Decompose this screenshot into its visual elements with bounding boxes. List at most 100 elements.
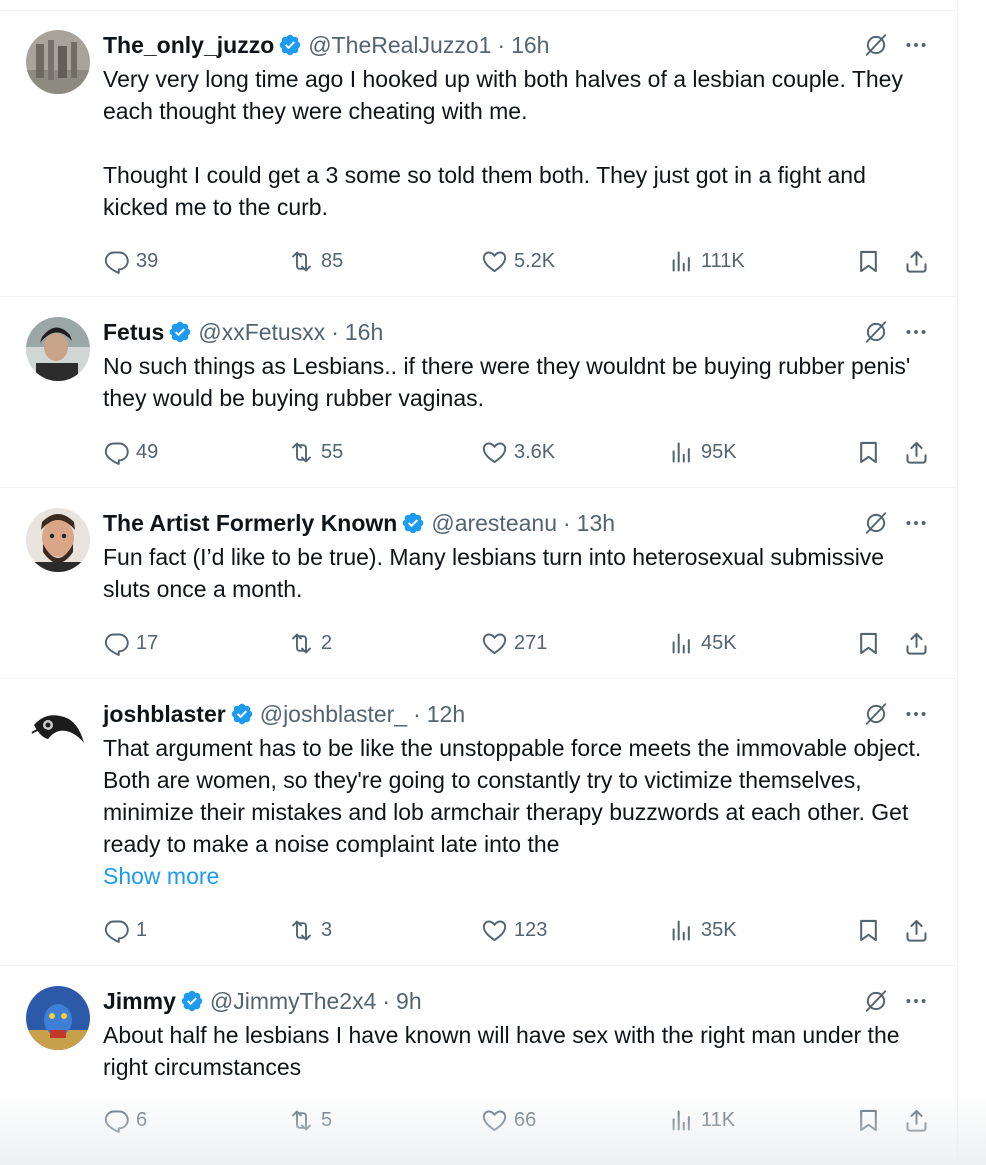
reply-count: 6: [136, 1108, 148, 1131]
like-count: 5.2K: [514, 249, 556, 272]
like-count: 3.6K: [514, 440, 556, 463]
share-button[interactable]: [903, 1105, 930, 1135]
action-bar: 39 85 5.2K 111K: [103, 246, 937, 276]
reply-button[interactable]: 1: [103, 915, 147, 945]
display-name[interactable]: The_only_juzzo: [103, 32, 274, 59]
share-button[interactable]: [903, 915, 930, 945]
repost-count: 85: [321, 249, 344, 272]
grok-icon[interactable]: [863, 988, 889, 1014]
show-more-link[interactable]: Show more: [103, 860, 933, 892]
share-button[interactable]: [903, 437, 930, 467]
display-name[interactable]: Jimmy: [103, 988, 176, 1015]
timestamp[interactable]: 16h: [511, 32, 549, 59]
views-button[interactable]: 111K: [668, 246, 745, 276]
tweet[interactable]: The_only_juzzo @TheRealJuzzo1 · 16h Very…: [0, 10, 957, 297]
reply-button[interactable]: 6: [103, 1105, 147, 1135]
grok-icon[interactable]: [863, 701, 889, 727]
tweet[interactable]: Jimmy @JimmyThe2x4 · 9h About half he le…: [0, 966, 957, 1165]
timestamp[interactable]: 13h: [577, 510, 615, 537]
heart-icon: [481, 630, 508, 657]
timestamp[interactable]: 9h: [396, 988, 422, 1015]
tweet-header: The_only_juzzo @TheRealJuzzo1 · 16h: [103, 30, 937, 60]
repost-count: 55: [321, 440, 344, 463]
views-button[interactable]: 95K: [668, 437, 737, 467]
timestamp[interactable]: 12h: [427, 701, 465, 728]
reply-button[interactable]: 49: [103, 437, 158, 467]
tweet-text: That argument has to be like the unstopp…: [103, 732, 933, 892]
repost-icon: [288, 248, 315, 275]
repost-icon: [288, 630, 315, 657]
bookmark-button[interactable]: [855, 246, 882, 276]
bookmark-icon: [855, 630, 882, 657]
reply-count: 17: [136, 631, 159, 654]
avatar[interactable]: [26, 986, 90, 1050]
bookmark-button[interactable]: [855, 915, 882, 945]
like-button[interactable]: 271: [481, 628, 547, 658]
reply-icon: [103, 1107, 130, 1134]
timestamp[interactable]: 16h: [345, 319, 383, 346]
like-button[interactable]: 5.2K: [481, 246, 555, 276]
bookmark-button[interactable]: [855, 628, 882, 658]
reply-count: 1: [136, 918, 148, 941]
display-name[interactable]: Fetus: [103, 319, 164, 346]
avatar[interactable]: [26, 317, 90, 381]
verified-badge-icon[interactable]: [230, 702, 254, 726]
avatar[interactable]: [26, 30, 90, 94]
share-button[interactable]: [903, 246, 930, 276]
user-handle[interactable]: @joshblaster_: [260, 701, 407, 728]
verified-badge-icon[interactable]: [180, 989, 204, 1013]
tweet-body: No such things as Lesbians.. if there we…: [103, 353, 917, 411]
views-button[interactable]: 45K: [668, 628, 737, 658]
heart-icon: [481, 917, 508, 944]
views-icon: [668, 630, 695, 657]
reply-count: 39: [136, 249, 159, 272]
avatar[interactable]: [26, 508, 90, 572]
views-button[interactable]: 35K: [668, 915, 737, 945]
grok-icon[interactable]: [863, 32, 889, 58]
more-options-icon[interactable]: [903, 32, 929, 58]
like-button[interactable]: 66: [481, 1105, 536, 1135]
like-button[interactable]: 123: [481, 915, 547, 945]
view-count: 11K: [701, 1108, 736, 1131]
more-options-icon[interactable]: [903, 988, 929, 1014]
repost-button[interactable]: 5: [288, 1105, 332, 1135]
repost-button[interactable]: 85: [288, 246, 343, 276]
more-options-icon[interactable]: [903, 510, 929, 536]
share-icon: [903, 248, 930, 275]
user-handle[interactable]: @aresteanu: [431, 510, 557, 537]
repost-button[interactable]: 2: [288, 628, 332, 658]
tweet[interactable]: joshblaster @joshblaster_ · 12h That arg…: [0, 679, 957, 966]
display-name[interactable]: joshblaster: [103, 701, 226, 728]
user-handle[interactable]: @xxFetusxx: [198, 319, 325, 346]
more-options-icon[interactable]: [903, 319, 929, 345]
bookmark-button[interactable]: [855, 437, 882, 467]
views-button[interactable]: 11K: [668, 1105, 735, 1135]
grok-icon[interactable]: [863, 510, 889, 536]
reply-button[interactable]: 17: [103, 628, 158, 658]
heart-icon: [481, 1107, 508, 1134]
bookmark-button[interactable]: [855, 1105, 882, 1135]
user-handle[interactable]: @TheRealJuzzo1: [308, 32, 491, 59]
reply-count: 49: [136, 440, 159, 463]
like-count: 123: [514, 918, 548, 941]
repost-button[interactable]: 55: [288, 437, 343, 467]
like-button[interactable]: 3.6K: [481, 437, 555, 467]
share-button[interactable]: [903, 628, 930, 658]
tweet[interactable]: The Artist Formerly Known @aresteanu · 1…: [0, 488, 957, 679]
tweet-header: joshblaster @joshblaster_ · 12h: [103, 699, 937, 729]
display-name[interactable]: The Artist Formerly Known: [103, 510, 397, 537]
avatar[interactable]: [26, 699, 90, 763]
reply-button[interactable]: 39: [103, 246, 158, 276]
verified-badge-icon[interactable]: [168, 320, 192, 344]
separator-dot: ·: [331, 318, 339, 345]
user-handle[interactable]: @JimmyThe2x4: [210, 988, 377, 1015]
bookmark-icon: [855, 917, 882, 944]
repost-button[interactable]: 3: [288, 915, 332, 945]
action-bar: 1 3 123 35K: [103, 915, 937, 945]
more-options-icon[interactable]: [903, 701, 929, 727]
grok-icon[interactable]: [863, 319, 889, 345]
bookmark-icon: [855, 248, 882, 275]
tweet[interactable]: Fetus @xxFetusxx · 16h No such things as…: [0, 297, 957, 488]
verified-badge-icon[interactable]: [278, 33, 302, 57]
verified-badge-icon[interactable]: [401, 511, 425, 535]
